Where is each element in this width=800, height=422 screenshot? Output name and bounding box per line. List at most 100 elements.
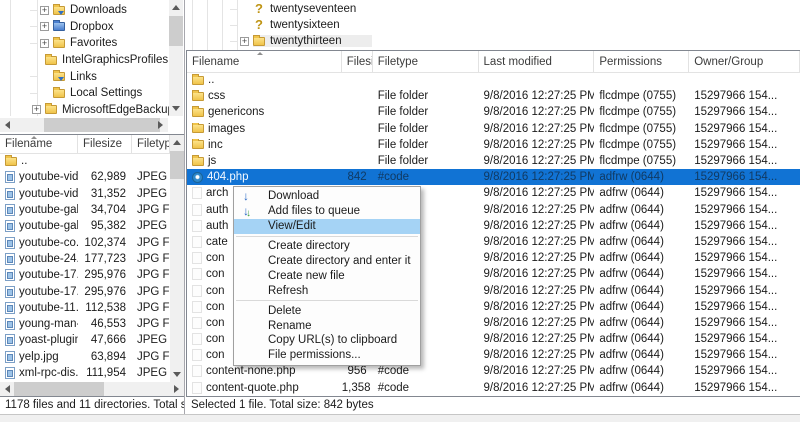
filename-text: yelp.jpg bbox=[19, 351, 59, 363]
menu-item-file-permissions[interactable]: File permissions... bbox=[234, 348, 420, 363]
scroll-down-arrow[interactable] bbox=[172, 106, 180, 111]
file-row[interactable]: youtube-11...112,538JPG File bbox=[0, 300, 170, 316]
expand-toggle[interactable]: + bbox=[40, 39, 49, 48]
tree-item-twentythirteen[interactable]: + twentythirteen bbox=[230, 33, 800, 49]
file-row[interactable]: yoast-plugin...47,666JPEG Fil bbox=[0, 332, 170, 348]
expand-toggle[interactable]: + bbox=[40, 22, 49, 31]
local-tree-hscrollbar[interactable] bbox=[0, 118, 168, 132]
menu-item-view-edit[interactable]: View/Edit bbox=[234, 219, 420, 234]
menu-item-refresh[interactable]: Refresh bbox=[234, 283, 420, 298]
tree-indent bbox=[240, 5, 249, 14]
filename-cell: youtube-vid... bbox=[0, 171, 78, 183]
file-row[interactable]: content-none.php956#code9/8/2016 12:27:2… bbox=[187, 363, 800, 379]
scroll-left-arrow[interactable] bbox=[5, 385, 10, 393]
scrollbar-thumb[interactable] bbox=[14, 382, 104, 396]
menu-item-download[interactable]: Download↓ bbox=[234, 189, 420, 204]
local-tree-vscrollbar[interactable] bbox=[169, 0, 183, 116]
permissions-cell: adfrw (0644) bbox=[594, 252, 689, 264]
permissions-cell: adfrw (0644) bbox=[594, 382, 689, 394]
expand-toggle[interactable]: + bbox=[40, 6, 49, 15]
modified-cell: 9/8/2016 12:27:25 PM bbox=[479, 171, 595, 183]
scrollbar-thumb[interactable] bbox=[170, 151, 184, 179]
tree-item-dropbox[interactable]: +Dropbox bbox=[30, 19, 168, 36]
owner-cell: 15297966 154... bbox=[689, 106, 800, 118]
file-row[interactable]: youtube-vid...62,989JPEG Fil bbox=[0, 169, 170, 185]
directory-row[interactable]: genericonsFile folder9/8/2016 12:27:25 P… bbox=[187, 104, 800, 120]
menu-item-create-directory-and-enter-it[interactable]: Create directory and enter it bbox=[234, 254, 420, 269]
scroll-up-arrow[interactable] bbox=[172, 5, 180, 10]
local-list-hscrollbar[interactable] bbox=[0, 382, 184, 396]
file-icon bbox=[192, 317, 202, 329]
tree-guide-line bbox=[207, 0, 208, 50]
local-list-vscrollbar[interactable] bbox=[170, 135, 184, 382]
tree-item-label: twentythirteen bbox=[265, 35, 342, 47]
menu-item-copy-url-s-to-clipboard[interactable]: Copy URL(s) to clipboard bbox=[234, 333, 420, 348]
column-header-filetype[interactable]: Filetype bbox=[132, 135, 170, 153]
filename-cell: inc bbox=[187, 139, 342, 151]
column-header-filetype[interactable]: Filetype bbox=[373, 51, 479, 72]
column-header-filename[interactable]: Filename bbox=[0, 135, 78, 153]
type-cell: JPEG Fil bbox=[132, 334, 170, 346]
tree-item-links[interactable]: Links bbox=[30, 68, 168, 85]
image-file-icon bbox=[5, 188, 15, 200]
owner-cell: 15297966 154... bbox=[689, 139, 800, 151]
directory-row[interactable]: incFile folder9/8/2016 12:27:25 PMflcdmp… bbox=[187, 137, 800, 153]
tree-item-microsoftedgebackups[interactable]: +MicrosoftEdgeBackups bbox=[30, 102, 168, 119]
tree-item-twentyseventeen[interactable]: ?twentyseventeen bbox=[230, 1, 800, 17]
size-cell: 46,553 bbox=[78, 318, 132, 330]
file-row[interactable]: 404.php842#code9/8/2016 12:27:25 PMadfrw… bbox=[187, 169, 800, 185]
column-header-filesi[interactable]: Filesi... bbox=[342, 51, 373, 72]
column-header-filesize[interactable]: Filesize bbox=[78, 135, 132, 153]
file-row[interactable]: youtube-24...177,723JPG File bbox=[0, 251, 170, 267]
scroll-down-arrow[interactable] bbox=[173, 372, 181, 377]
blue-down-arrow: ↓ bbox=[243, 189, 249, 203]
file-row[interactable]: youtube-co...102,374JPG File bbox=[0, 234, 170, 250]
directory-row[interactable]: .. bbox=[187, 72, 800, 88]
tree-item-downloads[interactable]: +Downloads bbox=[30, 2, 168, 19]
column-header-last-modified[interactable]: Last modified bbox=[479, 51, 595, 72]
directory-row[interactable]: imagesFile folder9/8/2016 12:27:25 PMflc… bbox=[187, 121, 800, 137]
filename-cell: youtube-gal... bbox=[0, 204, 78, 216]
modified-cell: 9/8/2016 12:27:25 PM bbox=[479, 301, 595, 313]
filename-text: xml-rpc-dis... bbox=[19, 367, 78, 379]
menu-item-create-new-file[interactable]: Create new file bbox=[234, 268, 420, 283]
tree-item-twentysixteen[interactable]: ?twentysixteen bbox=[230, 17, 800, 33]
filename-cell: youtube-17... bbox=[0, 269, 78, 281]
column-header-owner-group[interactable]: Owner/Group bbox=[689, 51, 800, 72]
file-row[interactable]: young-man-...46,553JPG File bbox=[0, 316, 170, 332]
file-icon bbox=[192, 349, 202, 361]
column-header-permissions[interactable]: Permissions bbox=[594, 51, 689, 72]
scrollbar-thumb[interactable] bbox=[44, 118, 160, 132]
panel-splitter[interactable] bbox=[184, 0, 185, 414]
menu-item-delete[interactable]: Delete bbox=[234, 303, 420, 318]
file-row[interactable]: youtube-gal...95,382JPEG Fil bbox=[0, 218, 170, 234]
scroll-left-arrow[interactable] bbox=[5, 121, 10, 129]
tree-connector bbox=[230, 41, 238, 42]
scroll-right-arrow[interactable] bbox=[158, 121, 163, 129]
expand-toggle[interactable]: + bbox=[240, 37, 249, 46]
scrollbar-thumb[interactable] bbox=[169, 16, 183, 46]
tree-item-intelgraphicsprofiles[interactable]: IntelGraphicsProfiles bbox=[30, 52, 168, 69]
directory-row[interactable]: .. bbox=[0, 153, 170, 169]
file-row[interactable]: youtube-17...295,976JPG File bbox=[0, 267, 170, 283]
tree-item-local-settings[interactable]: Local Settings bbox=[30, 85, 168, 102]
file-row[interactable]: yelp.jpg63,894JPG File bbox=[0, 349, 170, 365]
tree-connector bbox=[30, 76, 38, 77]
scroll-right-arrow[interactable] bbox=[174, 385, 179, 393]
directory-row[interactable]: jsFile folder9/8/2016 12:27:25 PMflcdmpe… bbox=[187, 153, 800, 169]
expand-toggle[interactable]: + bbox=[32, 105, 41, 114]
folder-icon bbox=[192, 92, 204, 101]
file-row[interactable]: youtube-gal...34,704JPG File bbox=[0, 202, 170, 218]
menu-item-add-files-to-queue[interactable]: Add files to queue↓↓ bbox=[234, 204, 420, 219]
menu-item-rename[interactable]: Rename bbox=[234, 318, 420, 333]
directory-row[interactable]: cssFile folder9/8/2016 12:27:25 PMflcdmp… bbox=[187, 88, 800, 104]
file-row[interactable]: youtube-17...295,976JPG File bbox=[0, 283, 170, 299]
menu-item-create-directory[interactable]: Create directory bbox=[234, 239, 420, 254]
column-header-filename[interactable]: Filename bbox=[187, 51, 342, 72]
file-row[interactable]: xml-rpc-dis...111,954JPEG Fil bbox=[0, 365, 170, 381]
scroll-up-arrow[interactable] bbox=[173, 140, 181, 145]
file-row[interactable]: youtube-vid...31,352JPEG Fil bbox=[0, 186, 170, 202]
file-row[interactable]: content-quote.php1,358#code9/8/2016 12:2… bbox=[187, 380, 800, 396]
owner-cell: 15297966 154... bbox=[689, 285, 800, 297]
tree-item-favorites[interactable]: +Favorites bbox=[30, 35, 168, 52]
